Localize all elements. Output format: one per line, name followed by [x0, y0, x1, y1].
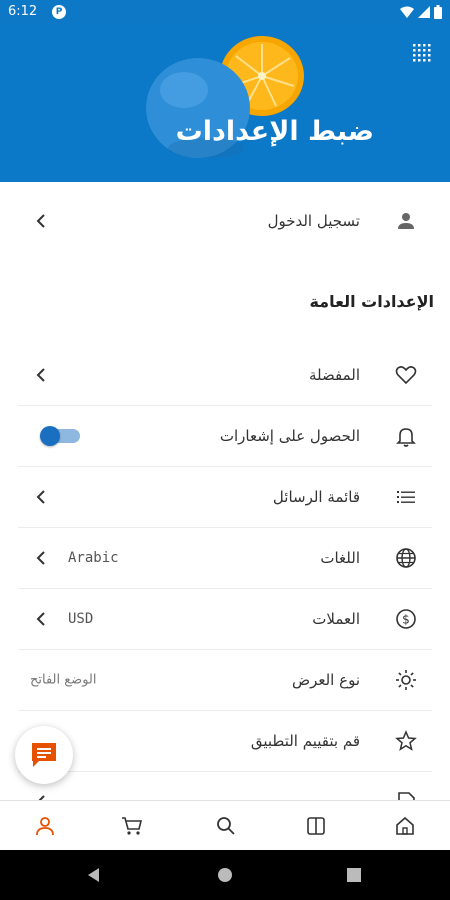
bottom-navigation: [0, 800, 450, 850]
settings-row-display-mode[interactable]: نوع العرض الوضع الفاتح: [18, 650, 432, 711]
settings-row-messages[interactable]: قائمة الرسائل: [18, 467, 432, 528]
toggle-knob: [40, 426, 60, 446]
settings-row-partial: [18, 772, 432, 800]
document-icon: [398, 792, 415, 800]
user-icon: [398, 212, 414, 229]
android-navigation-bar: [0, 850, 450, 900]
grid-icon[interactable]: [413, 44, 431, 66]
signal-icon: [418, 6, 430, 18]
chat-button[interactable]: [15, 726, 73, 784]
status-icons: [400, 5, 442, 19]
star-icon: [395, 730, 417, 751]
currencies-label: العملات: [312, 610, 360, 628]
login-label: تسجيل الدخول: [267, 211, 360, 230]
settings-header-banner: ضبط الإعدادات: [0, 24, 450, 182]
settings-row-notifications: الحصول على إشعارات: [18, 406, 432, 467]
cart-icon[interactable]: [121, 815, 143, 837]
search-icon[interactable]: [215, 815, 237, 837]
login-row[interactable]: تسجيل الدخول: [18, 190, 432, 251]
display-mode-label: نوع العرض: [291, 671, 360, 689]
currency-value: USD: [68, 611, 94, 627]
profile-icon[interactable]: [34, 815, 56, 837]
settings-row-languages[interactable]: اللغات Arabic: [18, 528, 432, 589]
dollar-icon: $: [396, 609, 416, 629]
settings-row-currencies[interactable]: $ العملات USD: [18, 589, 432, 650]
chevron-left-icon: [36, 490, 45, 504]
chat-icon: [32, 743, 56, 767]
messages-label: قائمة الرسائل: [272, 488, 360, 506]
app-notification-icon: P: [52, 5, 66, 19]
notifications-label: الحصول على إشعارات: [219, 427, 360, 445]
categories-icon[interactable]: [305, 815, 327, 837]
chevron-left-icon: [36, 368, 45, 382]
bell-icon: [396, 428, 416, 447]
back-icon[interactable]: [86, 867, 102, 883]
notifications-toggle[interactable]: [40, 426, 80, 446]
wifi-icon: [400, 6, 414, 18]
languages-label: اللغات: [320, 549, 360, 567]
section-title-general: الإعدادات العامة: [309, 292, 434, 311]
status-time: 6:12: [8, 4, 38, 19]
home-button-icon[interactable]: [217, 867, 233, 883]
settings-row-favorites[interactable]: المفضلة: [18, 345, 432, 406]
globe-icon: [396, 548, 416, 568]
status-bar: 6:12 P: [0, 0, 450, 24]
display-mode-value: الوضع الفاتح: [30, 672, 97, 688]
battery-icon: [434, 5, 442, 19]
chevron-left-icon: [36, 213, 45, 228]
favorites-label: المفضلة: [308, 366, 360, 384]
page-title: ضبط الإعدادات: [175, 116, 374, 147]
home-icon[interactable]: [394, 815, 416, 837]
chevron-left-icon: [36, 612, 45, 626]
settings-row-rate-app[interactable]: قم بتقييم التطبيق: [18, 711, 432, 772]
orange-fruit-image: [146, 36, 304, 158]
list-icon: [397, 491, 415, 503]
svg-text:$: $: [402, 613, 410, 627]
recents-icon[interactable]: [347, 868, 361, 882]
heart-icon: [395, 366, 417, 385]
chevron-left-icon: [36, 551, 45, 565]
language-value: Arabic: [68, 550, 119, 566]
sun-icon: [396, 670, 416, 690]
rate-app-label: قم بتقييم التطبيق: [250, 732, 360, 750]
